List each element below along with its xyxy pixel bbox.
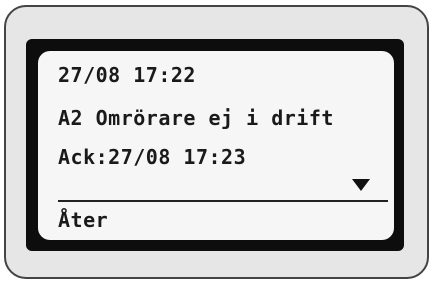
lcd-screen: 27/08 17:22 A2 Omrörare ej i drift Ack:2…: [38, 51, 394, 240]
back-softkey[interactable]: Åter: [58, 208, 108, 232]
scroll-down-icon[interactable]: [352, 179, 370, 191]
alarm-message: A2 Omrörare ej i drift: [58, 106, 334, 130]
acknowledged-timestamp: Ack:27/08 17:23: [58, 145, 247, 169]
alarm-timestamp: 27/08 17:22: [58, 63, 196, 87]
divider: [58, 200, 388, 202]
